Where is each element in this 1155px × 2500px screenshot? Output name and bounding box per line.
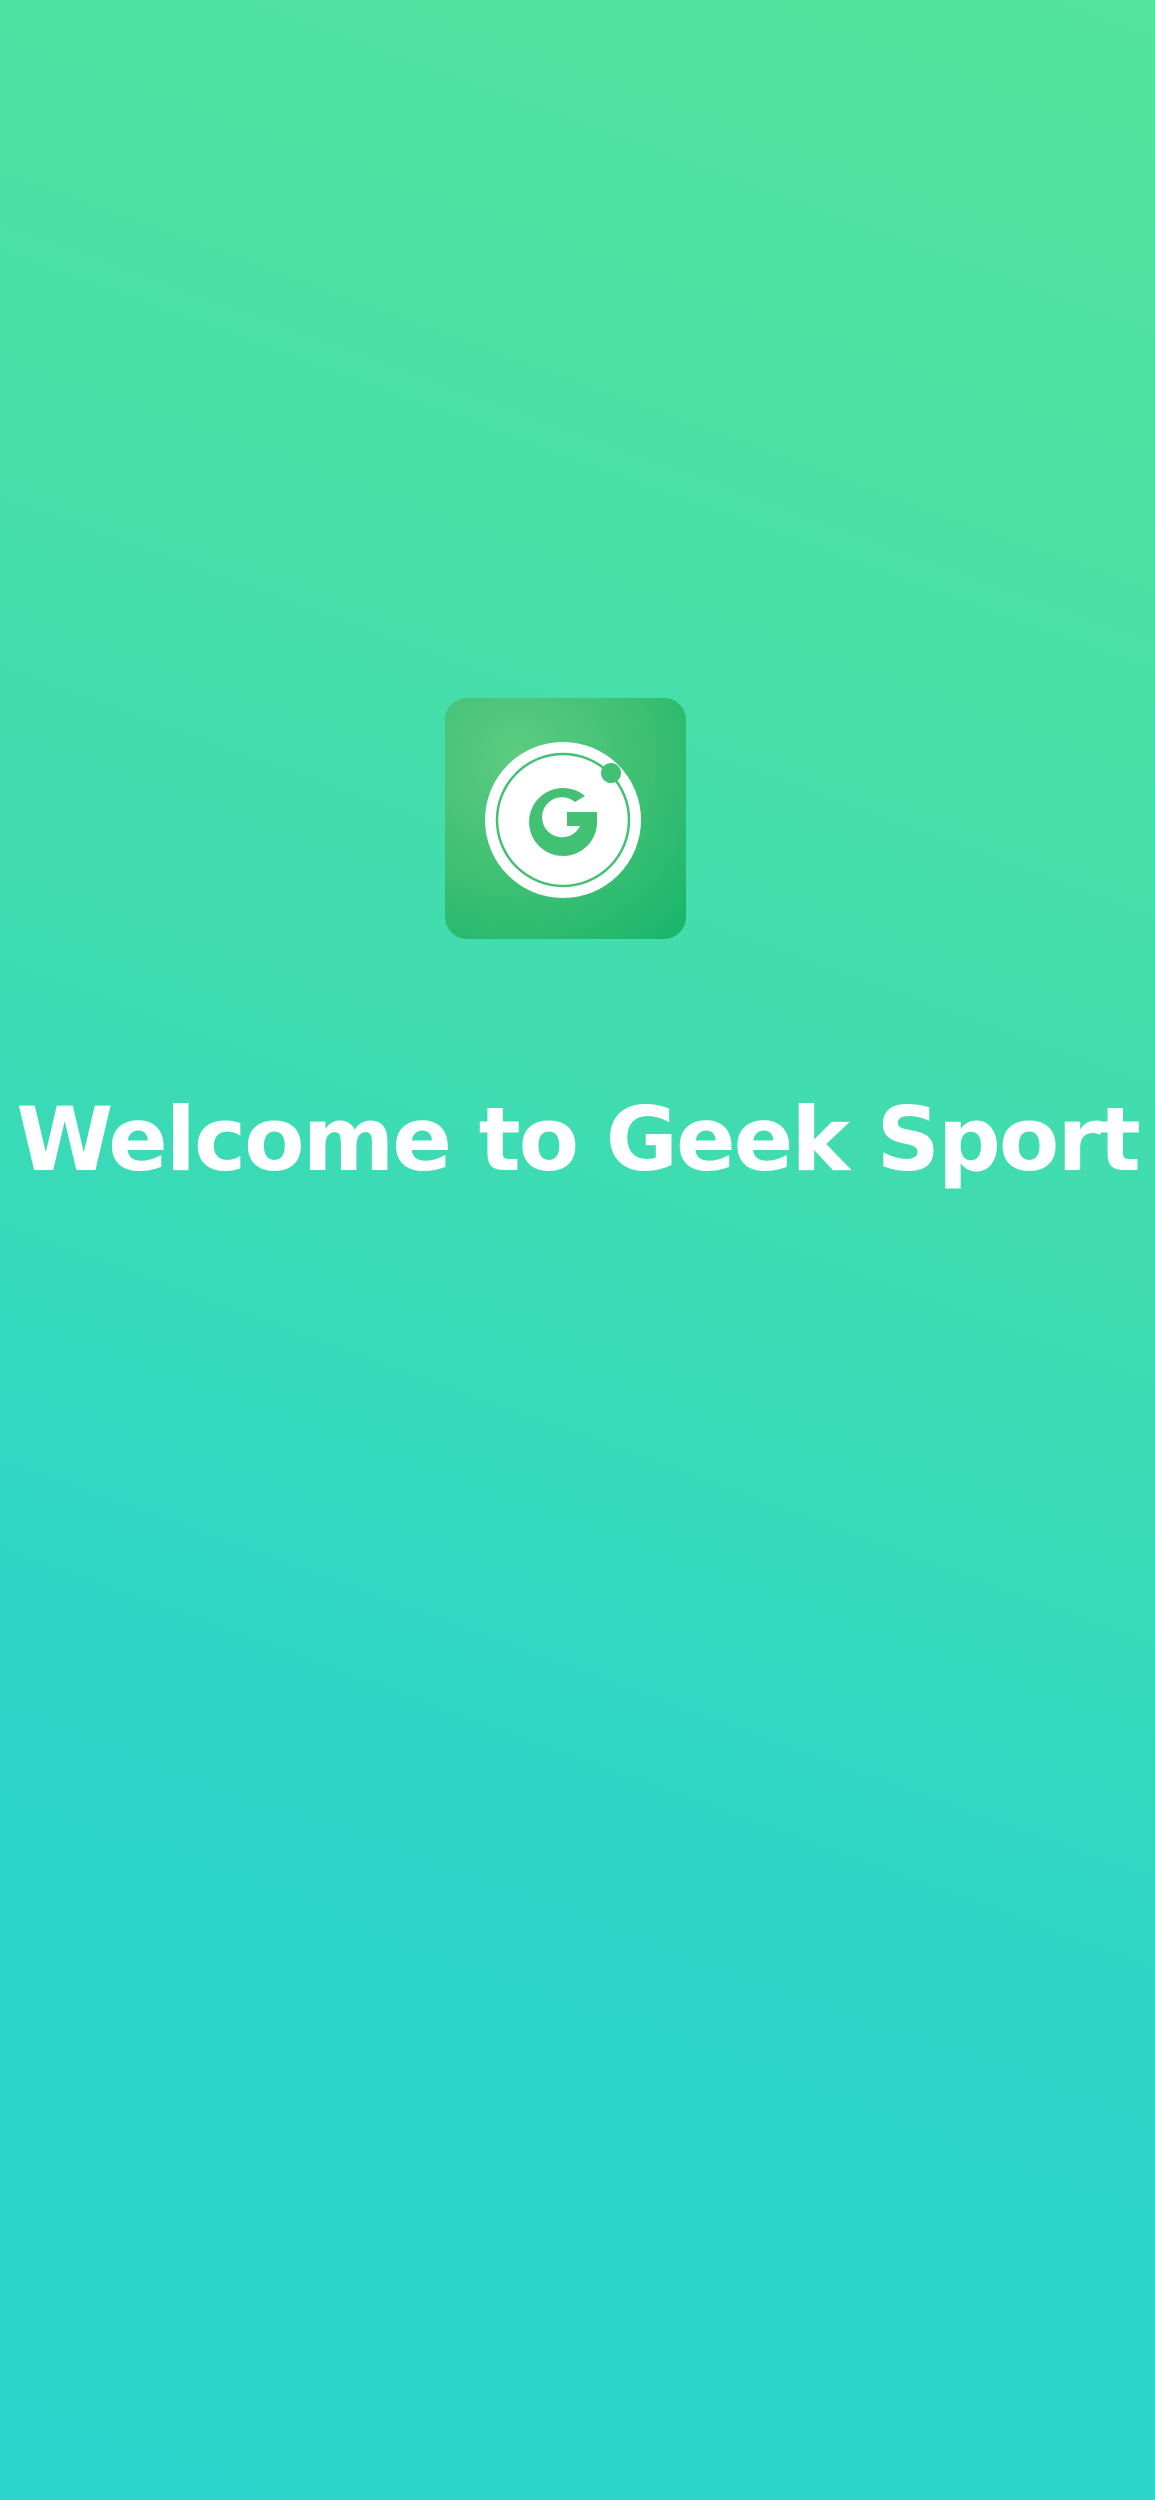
welcome-title: Welcome to Geek Sport [16, 1088, 1141, 1191]
app-logo [445, 698, 686, 939]
geek-sport-logo-icon [485, 742, 641, 898]
splash-screen: Welcome to Geek Sport [0, 0, 1155, 2500]
